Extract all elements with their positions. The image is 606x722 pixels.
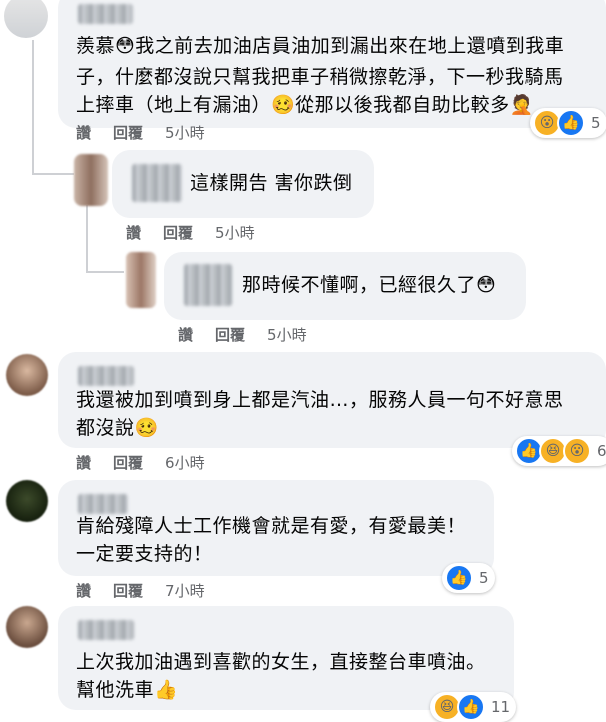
timestamp[interactable]: 5小時	[165, 122, 205, 143]
like-reaction-icon: 👍	[457, 693, 485, 721]
avatar[interactable]	[6, 606, 48, 648]
author-name[interactable]	[78, 4, 133, 24]
author-name[interactable]	[184, 264, 232, 306]
comment-actions: 讚 回覆 5小時	[126, 222, 255, 242]
avatar[interactable]	[6, 480, 48, 522]
reply-button[interactable]: 回覆	[113, 122, 143, 143]
author-name[interactable]	[78, 366, 134, 386]
comment-bubble: 肯給殘障人士工作機會就是有愛，有愛最美！ 一定要支持的！	[58, 480, 494, 576]
comment-text-line: 這樣開告 害你跌倒	[190, 172, 353, 194]
comment-bubble: 我還被加到噴到身上都是汽油…，服務人員一句不好意思 都沒說🥴	[58, 352, 606, 448]
avatar[interactable]	[6, 354, 48, 396]
reaction-summary[interactable]: 😮 👍 5	[530, 108, 606, 138]
like-button[interactable]: 讚	[178, 324, 193, 345]
like-button[interactable]: 讚	[126, 222, 141, 243]
comment-text-line: 羨慕😳我之前去加油店員油加到漏出來在地上還噴到我車	[76, 35, 565, 57]
comment-actions: 讚 回覆 5小時	[76, 122, 205, 142]
like-button[interactable]: 讚	[76, 122, 91, 143]
reaction-summary[interactable]: 😆 👍 11	[430, 692, 517, 722]
like-reaction-icon: 👍	[557, 109, 585, 137]
avatar[interactable]	[74, 154, 108, 206]
comment-text-line: 那時候不懂啊，已經很久了😳	[242, 274, 497, 296]
avatar[interactable]	[126, 252, 156, 308]
comment-bubble: 那時候不懂啊，已經很久了😳	[164, 252, 526, 320]
comment-bubble: 這樣開告 害你跌倒	[112, 150, 374, 218]
thread-line	[86, 271, 124, 273]
comment-actions: 讚 回覆 6小時	[76, 452, 205, 472]
comment-text-line: 幫他洗車👍	[76, 679, 179, 701]
comment-actions: 讚 回覆 5小時	[178, 324, 307, 344]
comment-bubble: 羨慕😳我之前去加油店員油加到漏出來在地上還噴到我車 子，什麼都沒說只幫我把車子稍…	[58, 0, 606, 128]
reaction-count: 5	[479, 569, 489, 587]
thread-line	[86, 205, 88, 273]
comment-text-line: 上摔車（地上有漏油）🥴從那以後我都自助比較多🤦	[76, 94, 534, 116]
thread-line	[32, 40, 34, 175]
reply-button[interactable]: 回覆	[215, 324, 245, 345]
comment-actions: 讚 回覆 7小時	[76, 580, 205, 600]
reaction-summary[interactable]: 👍 😆 😮 6	[512, 436, 606, 466]
timestamp[interactable]: 7小時	[165, 580, 205, 601]
author-name[interactable]	[78, 620, 134, 640]
reaction-summary[interactable]: 👍 5	[442, 563, 495, 593]
timestamp[interactable]: 5小時	[215, 222, 255, 243]
timestamp[interactable]: 6小時	[165, 452, 205, 473]
reaction-count: 5	[591, 114, 601, 132]
avatar[interactable]	[4, 0, 48, 38]
reaction-count: 6	[597, 442, 606, 460]
author-name[interactable]	[132, 164, 182, 202]
like-button[interactable]: 讚	[76, 580, 91, 601]
reaction-count: 11	[491, 698, 511, 716]
comment-text-line: 都沒說🥴	[76, 417, 159, 439]
like-reaction-icon: 👍	[445, 564, 473, 592]
timestamp[interactable]: 5小時	[267, 324, 307, 345]
comment-text-line: 一定要支持的！	[76, 543, 213, 565]
reply-button[interactable]: 回覆	[163, 222, 193, 243]
reply-button[interactable]: 回覆	[113, 580, 143, 601]
wow-reaction-icon: 😮	[563, 437, 591, 465]
reply-button[interactable]: 回覆	[113, 452, 143, 473]
thread-line	[32, 173, 74, 175]
like-button[interactable]: 讚	[76, 452, 91, 473]
